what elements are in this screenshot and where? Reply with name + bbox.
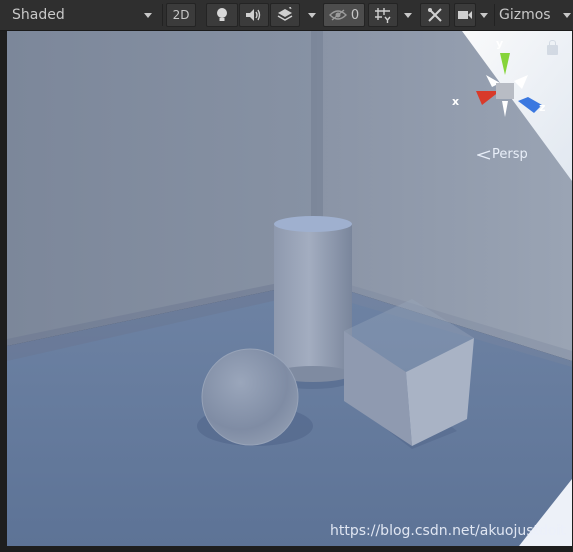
axis-neg-x-cone (514, 75, 528, 89)
tools-toggle-button[interactable] (420, 3, 450, 27)
hidden-object-count: 0 (350, 7, 360, 23)
2d-toggle-button[interactable]: 2D (166, 3, 196, 27)
lightbulb-icon (217, 8, 227, 21)
orientation-gizmo[interactable] (462, 45, 552, 135)
gizmos-label: Gizmos (499, 7, 551, 23)
2d-toggle-label: 2D (172, 8, 190, 22)
chevron-down-icon (480, 12, 488, 18)
chevron-down-icon (404, 12, 412, 18)
tools-icon (428, 8, 442, 22)
projection-toggle[interactable]: Persp (477, 147, 528, 162)
chevron-down-icon (308, 12, 316, 18)
scene-toolbar: Shaded 2D 0 Gizmos (0, 0, 573, 31)
eye-hidden-icon (328, 9, 347, 21)
chevron-down-icon (563, 12, 571, 18)
scene-visibility-button[interactable]: 0 (323, 3, 365, 27)
scene-view-window: Shaded 2D 0 Gizmos y x z Persp https://b… (0, 0, 573, 552)
grid-snapping-button[interactable] (368, 3, 398, 27)
scene-viewport[interactable]: y x z Persp (7, 31, 572, 546)
camera-settings-button[interactable] (454, 3, 476, 27)
effects-dropdown-button[interactable] (303, 3, 321, 27)
axis-z-label: z (539, 101, 546, 114)
toolbar-divider (494, 4, 495, 26)
shading-mode-label: Shaded (12, 7, 65, 23)
gizmos-dropdown-button[interactable] (561, 3, 573, 27)
lighting-toggle-button[interactable] (206, 3, 238, 27)
toolbar-divider (162, 4, 163, 26)
axis-neg-y-cone (502, 101, 508, 117)
chevron-down-icon (144, 12, 152, 18)
speaker-icon (246, 9, 261, 21)
projection-label: Persp (492, 147, 528, 162)
gizmos-button[interactable]: Gizmos (497, 3, 559, 27)
gizmo-center-cube (496, 83, 514, 99)
layers-icon (277, 7, 293, 21)
axis-y-label: y (496, 37, 504, 50)
axis-y-cone (500, 53, 510, 75)
camera-dropdown-button[interactable] (476, 3, 492, 27)
grid-snap-icon (375, 8, 391, 23)
audio-toggle-button[interactable] (239, 3, 269, 27)
axis-x-label: x (452, 95, 460, 108)
effects-toggle-button[interactable] (270, 3, 300, 27)
lock-icon[interactable] (547, 40, 558, 55)
grid-dropdown-button[interactable] (399, 3, 417, 27)
video-camera-icon (458, 11, 472, 19)
watermark-text: https://blog.csdn.net/akuojustdoit (330, 523, 566, 539)
perspective-icon (477, 149, 491, 160)
shading-mode-dropdown[interactable]: Shaded (6, 3, 158, 27)
